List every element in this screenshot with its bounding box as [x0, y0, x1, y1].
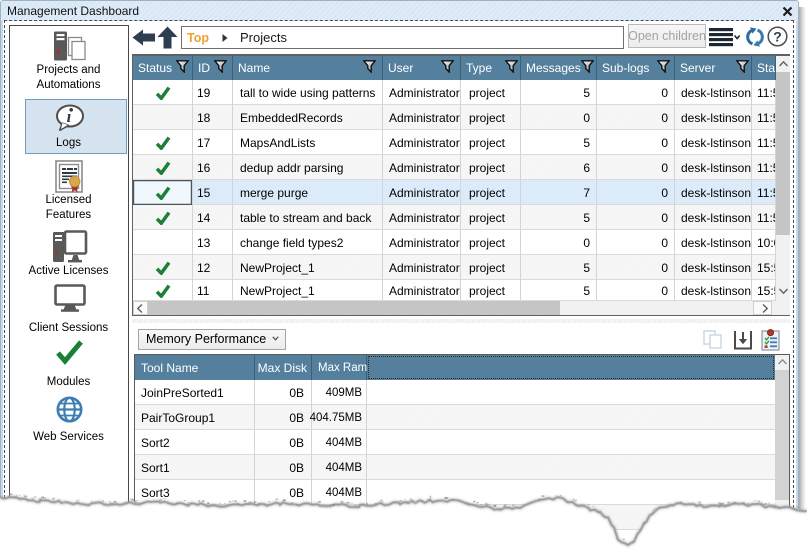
- svg-text:?: ?: [773, 28, 782, 44]
